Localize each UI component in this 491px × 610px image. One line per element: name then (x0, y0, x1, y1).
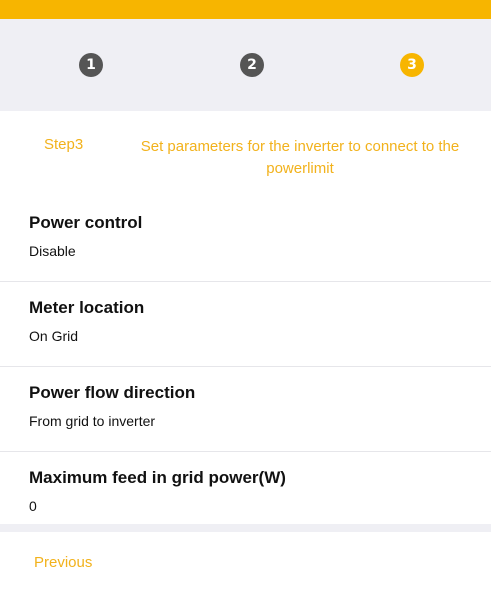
section-divider-band (0, 524, 491, 532)
param-row-power-flow-direction[interactable]: Power flow direction From grid to invert… (0, 367, 491, 452)
top-accent-bar (0, 0, 491, 19)
param-title: Power control (29, 213, 143, 232)
param-title: Meter location (29, 298, 145, 317)
param-title: Power flow direction (29, 383, 196, 402)
param-row-power-control[interactable]: Power control Disable (0, 197, 491, 282)
step-caption: Step3 Set parameters for the inverter to… (0, 132, 491, 184)
stepper: 1 2 3 (0, 19, 491, 111)
param-value: On Grid (29, 328, 79, 344)
step-3-indicator: 3 (400, 53, 424, 77)
previous-button[interactable]: Previous (34, 554, 92, 571)
step-2-indicator: 2 (240, 53, 264, 77)
param-row-meter-location[interactable]: Meter location On Grid (0, 282, 491, 367)
param-row-max-feed-in-power[interactable]: Maximum feed in grid power(W) 0 (0, 452, 491, 532)
param-value: Disable (29, 243, 76, 259)
param-value: From grid to inverter (29, 413, 156, 429)
param-value: 0 (29, 498, 37, 514)
step-description: Set parameters for the inverter to conne… (140, 138, 460, 177)
param-title: Maximum feed in grid power(W) (29, 468, 286, 487)
step-label: Step3 (44, 136, 84, 153)
parameter-list: Power control Disable Meter location On … (0, 197, 491, 532)
step-1-indicator: 1 (79, 53, 103, 77)
